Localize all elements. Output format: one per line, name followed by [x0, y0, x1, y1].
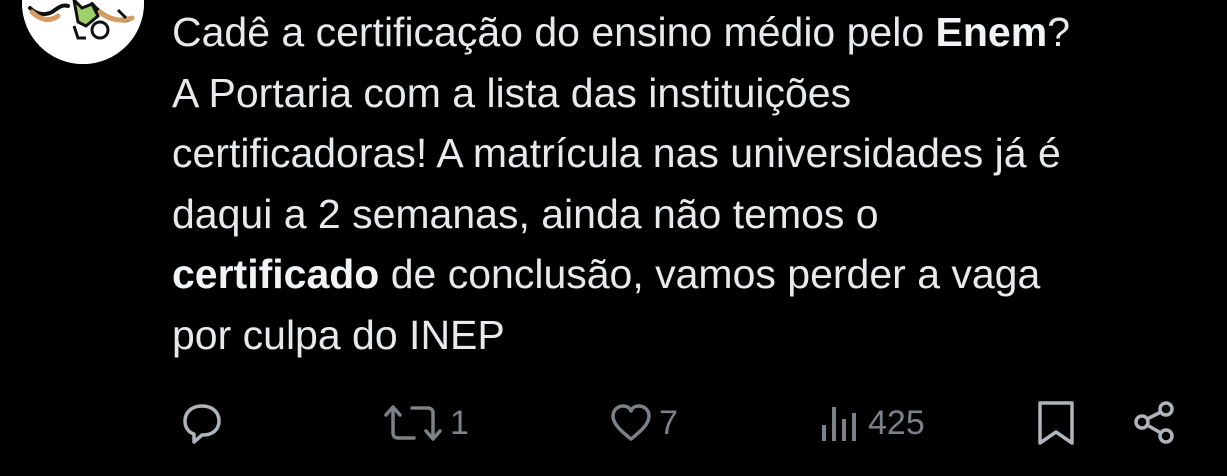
tweet-line: Cadê a certificação do ensino médio pelo… [172, 2, 1212, 63]
tweet-action-bar: 1 7 425 [0, 398, 1227, 448]
avatar[interactable] [22, 0, 144, 64]
bookmark-button[interactable] [1034, 398, 1078, 448]
tweet-text: Cadê a certificação do ensino médio pelo… [172, 2, 1212, 365]
tweet-text-segment: Cadê a certificação do ensino médio pelo [172, 9, 936, 55]
views-button[interactable]: 425 [818, 398, 925, 448]
tweet-line: A Portaria com a lista das instituições [172, 63, 1212, 124]
retweet-button[interactable]: 1 [382, 398, 469, 448]
views-chart-icon [822, 407, 856, 441]
tweet-text-segment: de conclusão, vamos perder a vaga [379, 251, 1041, 297]
tweet-bold-segment: certificado [172, 251, 380, 297]
tweet-text-segment: por culpa do INEP [172, 311, 505, 358]
cartoon-character-icon [22, 0, 144, 64]
tweet-text-segment: daqui a 2 semanas, ainda não temos o [172, 190, 879, 237]
tweet-text-segment: ? [1047, 9, 1070, 55]
like-count: 7 [659, 404, 678, 442]
like-button[interactable]: 7 [609, 398, 678, 448]
retweet-count: 1 [450, 404, 469, 442]
retweet-icon [384, 405, 442, 441]
reply-icon [183, 404, 221, 444]
views-count: 425 [868, 404, 925, 442]
tweet-line: por culpa do INEP [172, 305, 1212, 366]
tweet-line: certificadoras! A matrícula nas universi… [172, 123, 1212, 184]
share-icon [1134, 401, 1174, 444]
tweet-bold-segment: Enem [935, 9, 1048, 55]
reply-button[interactable] [180, 398, 224, 448]
heart-icon [611, 404, 651, 441]
tweet-line: certificado de conclusão, vamos perder a… [172, 244, 1212, 305]
share-button[interactable] [1132, 398, 1178, 448]
tweet-text-segment: certificadoras! A matrícula nas universi… [172, 130, 1061, 176]
tweet-line: daqui a 2 semanas, ainda não temos o [172, 184, 1212, 245]
bookmark-icon [1038, 401, 1074, 445]
tweet-text-segment: A Portaria com a lista das instituições [172, 69, 852, 116]
